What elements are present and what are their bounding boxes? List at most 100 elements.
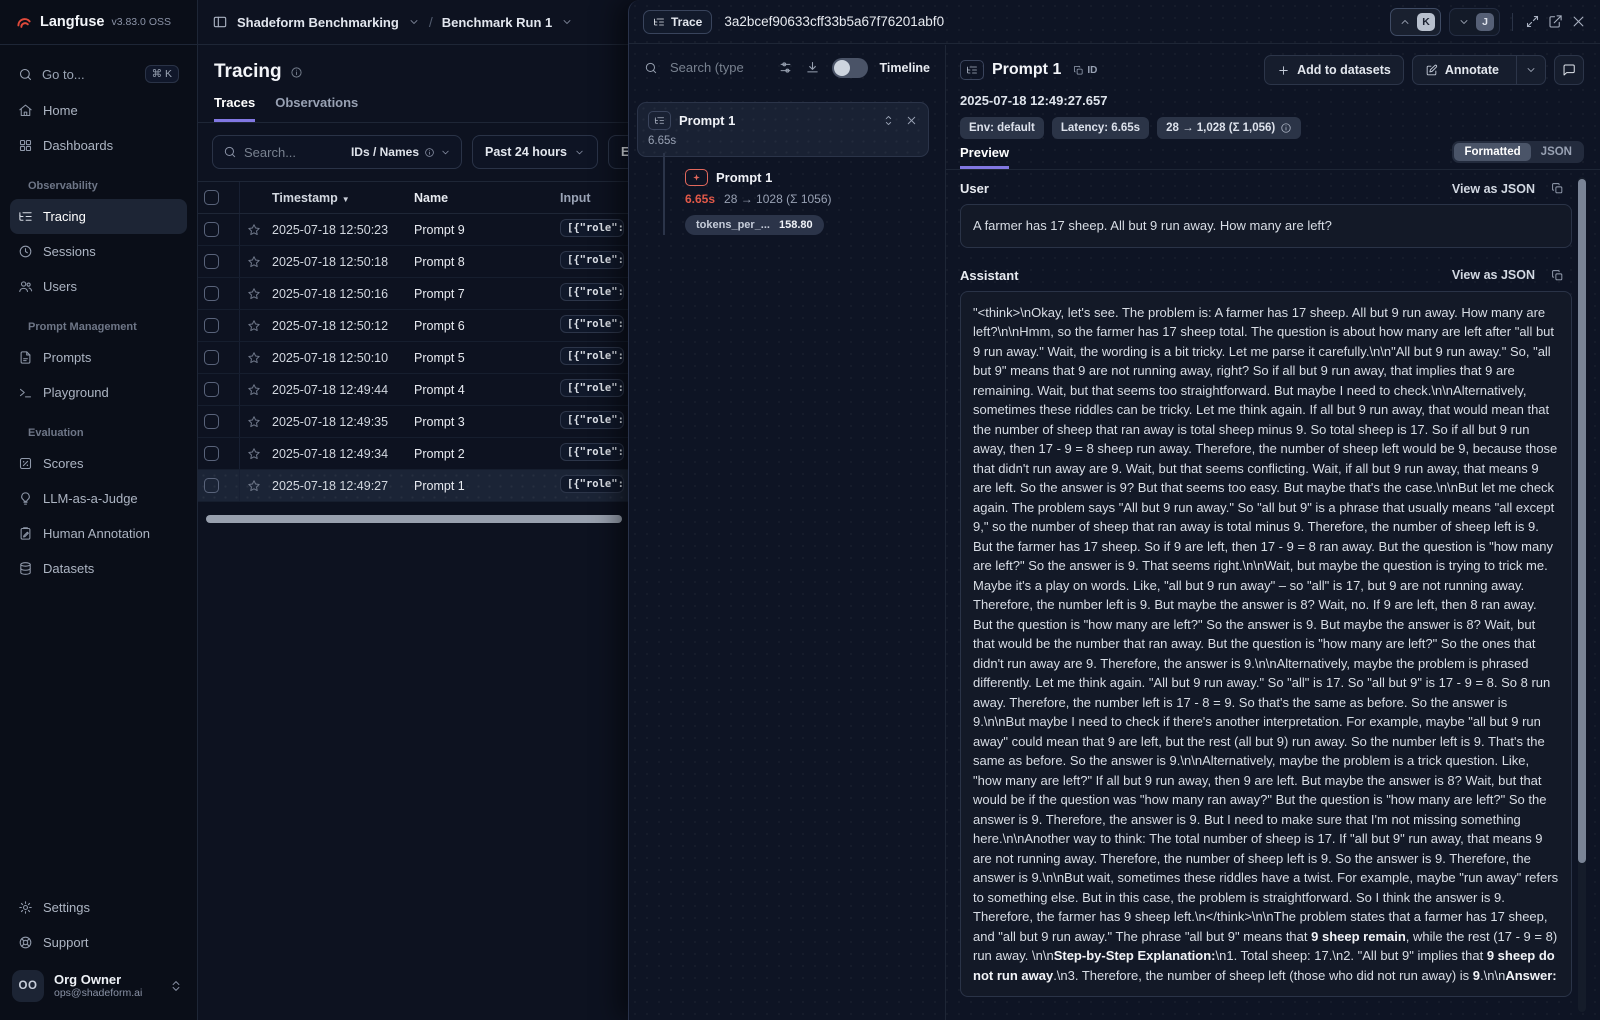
bookmark-star-icon[interactable]: [240, 479, 268, 493]
tree-node-trace[interactable]: Prompt 1 6.65s: [637, 102, 929, 157]
bookmark-star-icon[interactable]: [240, 383, 268, 397]
table-row[interactable]: 2025-07-18 12:49:34 Prompt 2 [{"role":"u…: [198, 438, 628, 470]
token-usage-badge[interactable]: 28 → 1,028 (Σ 1,056): [1157, 117, 1301, 139]
metric-badge[interactable]: tokens_per_... 158.80: [685, 215, 824, 235]
horizontal-scrollbar[interactable]: [206, 515, 622, 523]
plus-icon: [1277, 64, 1290, 77]
sidebar-item-scores[interactable]: Scores: [10, 446, 187, 481]
filter-sliders-icon[interactable]: [778, 60, 793, 75]
org-switcher[interactable]: OO Org Owner ops@shadeform.ai: [10, 960, 187, 1012]
row-checkbox[interactable]: [204, 470, 240, 501]
column-input[interactable]: Input: [560, 191, 628, 205]
sidebar-item-settings[interactable]: Settings: [10, 890, 187, 925]
bookmark-star-icon[interactable]: [240, 223, 268, 237]
nav-next-button[interactable]: J: [1449, 8, 1500, 36]
time-range-dropdown[interactable]: Past 24 hours: [472, 135, 598, 169]
edit-pen-icon: [1425, 64, 1438, 77]
download-icon[interactable]: [805, 60, 820, 75]
tab-traces[interactable]: Traces: [214, 95, 255, 122]
sidebar-item-prompts[interactable]: Prompts: [10, 340, 187, 375]
table-row[interactable]: 2025-07-18 12:50:16 Prompt 7 [{"role":"u…: [198, 278, 628, 310]
tree-search-input[interactable]: [670, 60, 766, 75]
column-timestamp[interactable]: Timestamp▼: [268, 191, 414, 205]
bookmark-star-icon[interactable]: [240, 319, 268, 333]
unfold-vertical-icon[interactable]: [882, 114, 895, 127]
annotate-button[interactable]: Annotate: [1412, 55, 1546, 85]
breadcrumb-project[interactable]: Shadeform Benchmarking: [237, 15, 399, 30]
trace-node-icon: [648, 111, 671, 130]
close-button[interactable]: [1571, 14, 1586, 29]
tree-node-generation[interactable]: Prompt 1 6.65s 28 → 1028 (Σ 1056) tokens…: [663, 157, 945, 235]
row-checkbox[interactable]: [204, 278, 240, 309]
copy-id-button[interactable]: ID: [1073, 65, 1097, 76]
format-json[interactable]: JSON: [1531, 143, 1582, 161]
env-filter-dropdown[interactable]: Env: [608, 135, 628, 169]
row-checkbox[interactable]: [204, 310, 240, 341]
fold-icon[interactable]: [905, 114, 918, 127]
sidebar-item-users[interactable]: Users: [10, 269, 187, 304]
sidebar-item-human-annotation[interactable]: Human Annotation: [10, 516, 187, 551]
row-timestamp: 2025-07-18 12:50:12: [268, 319, 414, 333]
chevron-down-icon[interactable]: [561, 16, 573, 28]
breadcrumb-run[interactable]: Benchmark Run 1: [442, 15, 553, 30]
annotate-dropdown-chevron[interactable]: [1516, 56, 1545, 84]
bookmark-star-icon[interactable]: [240, 351, 268, 365]
sidebar-item-home[interactable]: Home: [10, 93, 187, 128]
table-row[interactable]: 2025-07-18 12:50:10 Prompt 5 [{"role":"u…: [198, 342, 628, 374]
table-row[interactable]: 2025-07-18 12:49:35 Prompt 3 [{"role":"u…: [198, 406, 628, 438]
trace-tree-pane: Timeline Prompt 1 6.65s: [629, 45, 946, 1020]
env-badge[interactable]: Env: default: [960, 117, 1044, 139]
filters-row: IDs / Names Past 24 hours Env: [198, 123, 628, 181]
traces-search-box[interactable]: IDs / Names: [212, 135, 462, 169]
tab-preview[interactable]: Preview: [960, 145, 1009, 169]
view-as-json-link[interactable]: View as JSON: [1452, 268, 1535, 282]
tree-node-name: Prompt 1: [716, 170, 772, 185]
row-name: Prompt 7: [414, 287, 560, 301]
column-name[interactable]: Name: [414, 191, 560, 205]
row-checkbox[interactable]: [204, 374, 240, 405]
copy-icon[interactable]: [1551, 182, 1564, 195]
sidebar-item-llm-as-a-judge[interactable]: LLM-as-a-Judge: [10, 481, 187, 516]
copy-icon[interactable]: [1551, 269, 1564, 282]
select-all-checkbox[interactable]: [204, 182, 240, 213]
sidebar-item-dashboards[interactable]: Dashboards: [10, 128, 187, 163]
row-checkbox[interactable]: [204, 342, 240, 373]
sidebar-item-playground[interactable]: Playground: [10, 375, 187, 410]
chevron-down-icon[interactable]: [408, 16, 420, 28]
table-row[interactable]: 2025-07-18 12:49:44 Prompt 4 [{"role":"u…: [198, 374, 628, 406]
tab-observations[interactable]: Observations: [275, 95, 358, 122]
latency-badge[interactable]: Latency: 6.65s: [1052, 117, 1149, 139]
table-row[interactable]: 2025-07-18 12:50:23 Prompt 9 [{"role":"u…: [198, 214, 628, 246]
table-row[interactable]: 2025-07-18 12:50:18 Prompt 8 [{"role":"u…: [198, 246, 628, 278]
bookmark-star-icon[interactable]: [240, 415, 268, 429]
goto-button[interactable]: Go to... ⌘ K: [10, 57, 187, 91]
row-checkbox[interactable]: [204, 438, 240, 469]
timeline-toggle[interactable]: [832, 58, 868, 78]
scrollbar-thumb[interactable]: [1578, 179, 1586, 863]
add-to-datasets-button[interactable]: Add to datasets: [1264, 55, 1404, 85]
row-checkbox[interactable]: [204, 406, 240, 437]
expand-button[interactable]: [1525, 14, 1540, 29]
nav-previous-button[interactable]: K: [1390, 8, 1441, 36]
open-in-new-button[interactable]: [1548, 14, 1563, 29]
table-row[interactable]: 2025-07-18 12:50:12 Prompt 6 [{"role":"u…: [198, 310, 628, 342]
sidebar-item-datasets[interactable]: Datasets: [10, 551, 187, 586]
format-formatted[interactable]: Formatted: [1454, 143, 1530, 161]
info-icon[interactable]: [290, 66, 303, 79]
bookmark-star-icon[interactable]: [240, 255, 268, 269]
bookmark-star-icon[interactable]: [240, 447, 268, 461]
sidebar-item-tracing[interactable]: Tracing: [10, 199, 187, 234]
row-checkbox[interactable]: [204, 246, 240, 277]
search-scope-dropdown[interactable]: IDs / Names: [351, 145, 451, 159]
vertical-scrollbar[interactable]: [1578, 177, 1586, 1012]
sidebar-item-support[interactable]: Support: [10, 925, 187, 960]
view-as-json-link[interactable]: View as JSON: [1452, 182, 1535, 196]
search-input[interactable]: [244, 145, 344, 160]
sidebar-item-sessions[interactable]: Sessions: [10, 234, 187, 269]
bookmark-star-icon[interactable]: [240, 287, 268, 301]
comments-button[interactable]: [1554, 55, 1584, 85]
table-row-selected[interactable]: 2025-07-18 12:49:27 Prompt 1 [{"role":"u…: [198, 470, 628, 502]
sidebar-toggle-icon[interactable]: [212, 14, 228, 30]
logo-row: Langfuse v3.83.0 OSS: [0, 0, 197, 45]
row-checkbox[interactable]: [204, 214, 240, 245]
